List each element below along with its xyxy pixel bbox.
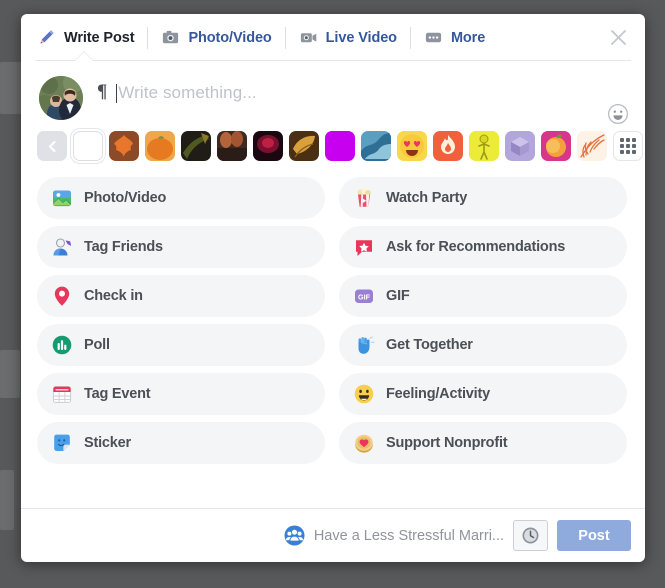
calendar-icon	[52, 386, 72, 403]
swatch-purple-cube[interactable]	[505, 131, 535, 161]
tab-more[interactable]: More	[411, 21, 498, 55]
pilcrow-icon[interactable]: ¶	[97, 82, 107, 102]
swatch-dark-red-glow[interactable]	[253, 131, 283, 161]
option-label: Ask for Recommendations	[386, 239, 566, 255]
user-avatar-photo	[39, 76, 83, 120]
option-label: Photo/Video	[84, 190, 167, 206]
emoji-smiley-icon	[607, 103, 629, 125]
tab-write-post[interactable]: Write Post	[35, 21, 147, 55]
post-text-input[interactable]: Write something...	[116, 82, 631, 104]
swatch-blue-waves[interactable]	[361, 131, 391, 161]
pencil-icon	[40, 30, 54, 44]
swatch-more-button[interactable]	[613, 131, 643, 161]
swatch-yellow-figure[interactable]	[469, 131, 499, 161]
background-page-element	[0, 470, 14, 530]
tab-live-video[interactable]: Live Video	[286, 21, 410, 55]
tab-label: Write Post	[64, 29, 135, 46]
option-label: Tag Friends	[84, 239, 163, 255]
avatar[interactable]	[39, 76, 83, 120]
post-button[interactable]: Post	[557, 520, 631, 551]
ellipsis-icon	[425, 32, 442, 43]
location-pin-icon	[54, 286, 70, 306]
poll-icon	[52, 335, 72, 355]
waving-hand-icon	[358, 336, 375, 354]
background-page-element	[0, 62, 22, 114]
swatch-palm-leaf[interactable]	[577, 131, 607, 161]
schedule-post-button[interactable]	[513, 520, 548, 551]
camera-icon	[163, 30, 179, 44]
emoji-picker-button[interactable]	[607, 103, 629, 125]
option-label: Feeling/Activity	[386, 386, 490, 402]
close-button[interactable]	[605, 25, 631, 51]
swatch-prev-button[interactable]	[37, 131, 67, 161]
nonprofit-coin-icon	[355, 434, 373, 453]
audience-selector-label[interactable]: Have a Less Stressful Marri...	[314, 528, 504, 544]
tab-label: More	[450, 29, 486, 46]
swatch-dark-leaves[interactable]	[181, 131, 211, 161]
option-label: Check in	[84, 288, 143, 304]
option-ask-recommendations[interactable]: Ask for Recommendations	[339, 226, 627, 268]
tab-label: Live Video	[325, 29, 397, 46]
post-text-placeholder: Write something...	[118, 83, 257, 102]
sticker-icon	[54, 434, 70, 451]
swatch-peach[interactable]	[541, 131, 571, 161]
background-swatch-strip	[21, 127, 645, 173]
gif-icon: GIF	[355, 289, 373, 303]
option-support-nonprofit[interactable]: Support Nonprofit	[339, 422, 627, 464]
photo-video-icon	[53, 190, 71, 207]
active-tab-caret	[75, 52, 93, 61]
option-label: GIF	[386, 288, 410, 304]
popcorn-icon	[357, 188, 371, 207]
svg-text:GIF: GIF	[358, 292, 371, 301]
grid-icon	[620, 138, 636, 154]
option-watch-party[interactable]: Watch Party	[339, 177, 627, 219]
create-post-dialog: Write Post Photo/Video Live Video More ¶…	[21, 14, 645, 562]
recommendation-bubble-icon	[356, 240, 372, 256]
close-icon	[610, 30, 626, 45]
dialog-footer: Have a Less Stressful Marri... Post	[21, 508, 645, 562]
option-feeling-activity[interactable]: Feeling/Activity	[339, 373, 627, 415]
chevron-left-icon	[48, 140, 56, 152]
swatch-heart-eyes-emoji[interactable]	[397, 131, 427, 161]
tab-photo-video[interactable]: Photo/Video	[148, 21, 284, 55]
option-tag-event[interactable]: Tag Event	[37, 373, 325, 415]
option-label: Poll	[84, 337, 110, 353]
option-tag-friends[interactable]: Tag Friends	[37, 226, 325, 268]
swatch-fire[interactable]	[433, 131, 463, 161]
swatch-golden-leaf[interactable]	[289, 131, 319, 161]
compose-field: ¶ Write something...	[83, 76, 631, 121]
video-camera-icon	[300, 33, 316, 43]
dialog-header: Write Post Photo/Video Live Video More	[21, 14, 645, 61]
option-label: Support Nonprofit	[386, 435, 508, 451]
option-label: Sticker	[84, 435, 131, 451]
option-sticker[interactable]: Sticker	[37, 422, 325, 464]
tab-label: Photo/Video	[188, 29, 272, 46]
post-options-grid: Photo/Video Watch Party Tag Friends Ask …	[21, 173, 645, 508]
option-label: Watch Party	[386, 190, 468, 206]
swatch-acorns[interactable]	[217, 131, 247, 161]
swatch-no-background[interactable]	[73, 131, 103, 161]
option-get-together[interactable]: Get Together	[339, 324, 627, 366]
composer-area: ¶ Write something...	[21, 61, 645, 127]
text-cursor	[116, 83, 118, 103]
tag-friends-icon	[53, 238, 72, 256]
swatch-magenta[interactable]	[325, 131, 355, 161]
swatch-autumn-leaf[interactable]	[109, 131, 139, 161]
smiley-face-icon	[354, 384, 374, 404]
clock-icon	[522, 527, 539, 544]
option-label: Tag Event	[84, 386, 151, 402]
dialog-tabs: Write Post Photo/Video Live Video More	[35, 21, 605, 55]
option-check-in[interactable]: Check in	[37, 275, 325, 317]
option-gif[interactable]: GIF GIF	[339, 275, 627, 317]
option-label: Get Together	[386, 337, 473, 353]
swatch-pumpkin[interactable]	[145, 131, 175, 161]
option-poll[interactable]: Poll	[37, 324, 325, 366]
background-page-element	[0, 350, 20, 398]
group-audience-icon	[284, 525, 305, 546]
option-photo-video[interactable]: Photo/Video	[37, 177, 325, 219]
